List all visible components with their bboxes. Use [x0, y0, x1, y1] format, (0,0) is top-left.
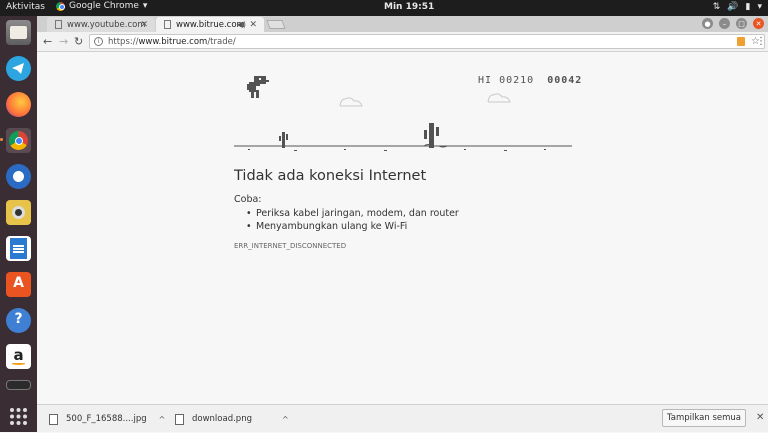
url-path: /trade/ [207, 36, 236, 47]
dock: A ? a [0, 16, 37, 432]
chrome-icon[interactable] [0, 128, 31, 153]
back-arrow-icon[interactable]: ← [43, 35, 52, 48]
window-controls: ● – □ ✕ [702, 18, 764, 29]
telegram-icon[interactable] [6, 56, 31, 81]
error-title: Tidak ada koneksi Internet [234, 168, 427, 184]
suggestion-item: Menyambungkan ulang ke Wi-Fi [246, 221, 459, 234]
help-icon[interactable]: ? [6, 308, 31, 333]
show-all-button[interactable]: Tampilkan semua [662, 409, 746, 427]
suggestion-list: Periksa kabel jaringan, modem, dan route… [246, 208, 459, 234]
firefox-icon[interactable] [6, 92, 31, 117]
files-icon[interactable] [6, 20, 31, 45]
chevron-up-icon[interactable]: ^ [159, 415, 166, 424]
tab-title: www.bitrue.com [176, 19, 245, 30]
terminal-icon[interactable] [6, 380, 31, 390]
volume-icon: 🔊 [727, 2, 739, 12]
new-tab-button[interactable] [266, 20, 286, 29]
app-menu[interactable]: Google Chrome ▾ [56, 1, 147, 11]
url-prefix: https:// [108, 36, 139, 47]
app-menu-label: Google Chrome [69, 1, 139, 11]
close-tab-icon[interactable]: ✕ [249, 20, 257, 30]
minimize-icon[interactable]: – [719, 18, 730, 29]
clock[interactable]: Min 19:51 [384, 2, 434, 12]
rhythmbox-icon[interactable] [6, 200, 31, 225]
try-label: Coba: [234, 194, 262, 205]
hi-score: 00210 [499, 75, 535, 86]
battery-icon: ▮ [745, 2, 751, 12]
system-top-bar: Aktivitas Google Chrome ▾ Min 19:51 ⇅ 🔊 … [0, 0, 768, 16]
file-icon [175, 413, 184, 425]
score-display: HI 00210 00042 [478, 75, 582, 86]
software-center-icon[interactable]: A [6, 272, 31, 297]
tab-youtube[interactable]: www.youtube.com ✕ [47, 17, 155, 32]
browser-toolbar: ← → ↻ i https://www.bitrue.com/trade/ ☆ [37, 32, 768, 52]
reload-icon[interactable]: ↻ [74, 35, 83, 48]
close-window-icon[interactable]: ✕ [753, 18, 764, 29]
download-filename: download.png [192, 414, 252, 424]
hi-label: HI [478, 75, 493, 86]
close-tab-icon[interactable]: ✕ [140, 20, 148, 30]
maximize-icon[interactable]: □ [736, 18, 747, 29]
close-icon[interactable]: ✕ [756, 412, 764, 423]
chrome-icon [56, 1, 65, 11]
url-host: www.bitrue.com [138, 36, 208, 47]
tab-title: www.youtube.com [67, 19, 146, 30]
info-icon[interactable]: i [94, 37, 103, 46]
chevron-down-icon: ▾ [142, 1, 148, 11]
download-shelf: 500_F_16588....jpg ^ download.png ^ Tamp… [37, 404, 768, 432]
cloud-icon [339, 93, 511, 107]
audio-playing-icon[interactable]: ◀) [237, 20, 246, 29]
system-tray[interactable]: ⇅ 🔊 ▮ ▾ [713, 2, 762, 12]
download-item[interactable]: download.png ^ [175, 411, 289, 427]
file-icon [49, 413, 58, 425]
activities-button[interactable]: Aktivitas [6, 2, 45, 12]
download-filename: 500_F_16588....jpg [66, 414, 147, 424]
address-bar[interactable]: i https://www.bitrue.com/trade/ ☆ [89, 34, 765, 49]
chevron-down-icon: ▾ [757, 2, 762, 12]
page-icon [55, 20, 62, 29]
network-icon: ⇅ [712, 2, 721, 12]
extension-icon[interactable] [737, 37, 745, 46]
app-grid-icon[interactable] [6, 404, 31, 429]
current-score: 00042 [547, 75, 583, 86]
page-icon [164, 20, 171, 29]
cactus-icon [279, 123, 439, 148]
forward-arrow-icon[interactable]: → [59, 35, 68, 48]
error-code: ERR_INTERNET_DISCONNECTED [234, 242, 347, 250]
amazon-icon[interactable]: a [6, 344, 31, 369]
chevron-up-icon[interactable]: ^ [282, 415, 289, 424]
tab-bitrue[interactable]: www.bitrue.com ◀) ✕ [156, 17, 264, 32]
thunderbird-icon[interactable] [6, 164, 31, 189]
menu-kebab-icon[interactable]: ⋮ [756, 36, 766, 47]
writer-icon[interactable] [6, 236, 31, 261]
tab-strip: www.youtube.com ✕ www.bitrue.com ◀) ✕ ● … [37, 16, 768, 32]
download-item[interactable]: 500_F_16588....jpg ^ [49, 411, 165, 427]
profile-icon[interactable]: ● [702, 18, 713, 29]
dino-icon [247, 76, 269, 98]
suggestion-item: Periksa kabel jaringan, modem, dan route… [246, 208, 459, 221]
